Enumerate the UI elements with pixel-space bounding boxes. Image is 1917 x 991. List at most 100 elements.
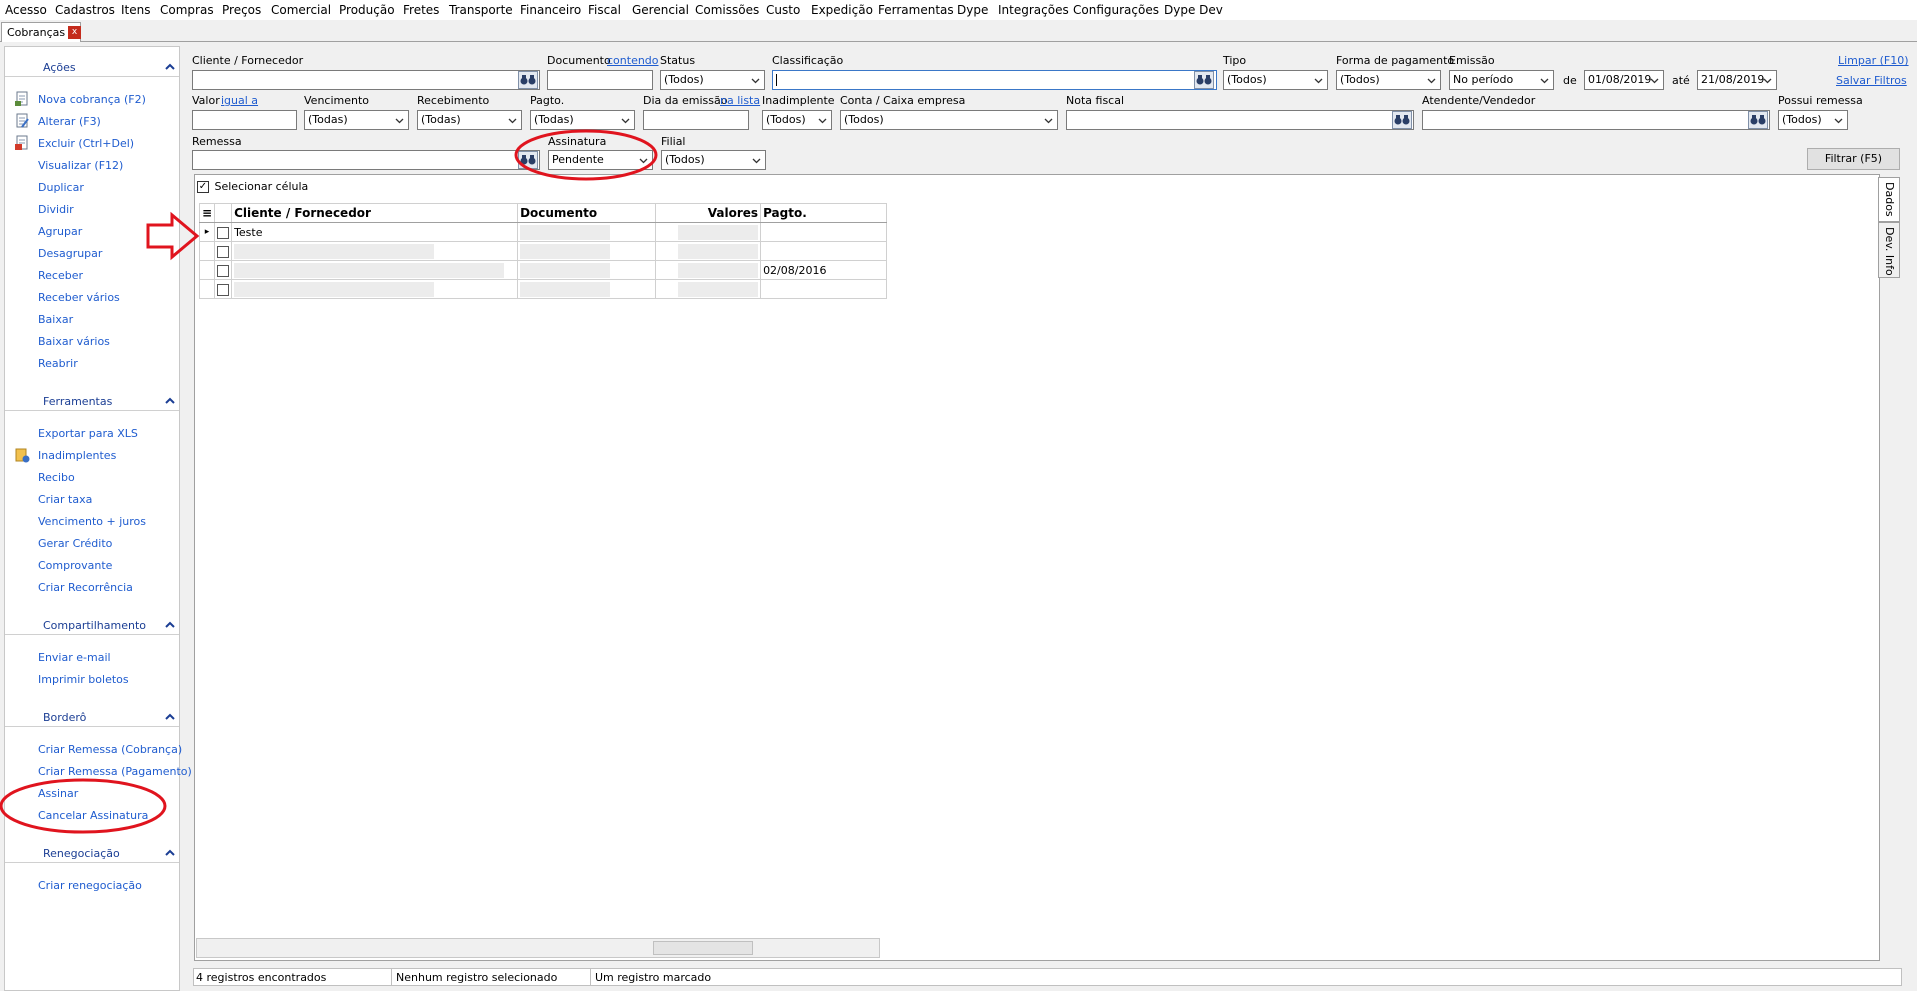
- menu-fiscal[interactable]: Fiscal: [588, 3, 621, 17]
- conta-caixa-select[interactable]: (Todos): [840, 110, 1058, 130]
- cell-cliente[interactable]: [231, 260, 519, 280]
- menu-acesso[interactable]: Acesso: [5, 3, 47, 17]
- row-checkbox-cell[interactable]: [214, 260, 233, 280]
- menu-dype-dev[interactable]: Dype Dev: [1164, 3, 1223, 17]
- chevron-up-icon[interactable]: [165, 620, 175, 630]
- action-dividir[interactable]: Dividir: [38, 203, 74, 216]
- row-checkbox[interactable]: [217, 226, 230, 239]
- cell-valores[interactable]: [655, 241, 762, 261]
- status-select[interactable]: (Todos): [660, 70, 765, 90]
- row-checkbox-cell[interactable]: [214, 279, 233, 299]
- action-baixar[interactable]: Baixar: [38, 313, 73, 326]
- chevron-up-icon[interactable]: [165, 62, 175, 72]
- action-baixar-varios[interactable]: Baixar vários: [38, 335, 110, 348]
- filtrar-button[interactable]: Filtrar (F5): [1807, 148, 1900, 170]
- action-visualizar[interactable]: Visualizar (F12): [38, 159, 123, 172]
- action-imprimir-boletos[interactable]: Imprimir boletos: [38, 673, 129, 686]
- grid-horizontal-scrollbar[interactable]: [196, 938, 880, 958]
- binoculars-icon[interactable]: [1748, 111, 1768, 129]
- cell-documento[interactable]: [517, 279, 657, 299]
- date-to-picker[interactable]: 21/08/2019: [1697, 70, 1777, 90]
- col-pagto[interactable]: Pagto.: [760, 203, 888, 223]
- documento-contendo-link[interactable]: contendo: [607, 54, 659, 67]
- atendente-input[interactable]: [1422, 110, 1770, 130]
- action-criar-taxa[interactable]: Criar taxa: [38, 493, 92, 506]
- menu-itens[interactable]: Itens: [121, 3, 150, 17]
- cell-valores[interactable]: [655, 222, 762, 242]
- action-vencimento-juros[interactable]: Vencimento + juros: [38, 515, 146, 528]
- action-gerar-credito[interactable]: Gerar Crédito: [38, 537, 112, 550]
- close-icon[interactable]: x: [68, 26, 81, 39]
- col-documento[interactable]: Documento: [517, 203, 657, 223]
- group-renegociacao-header[interactable]: Renegociação: [5, 845, 179, 863]
- binoculars-icon[interactable]: [518, 151, 538, 169]
- action-receber-varios[interactable]: Receber vários: [38, 291, 120, 304]
- binoculars-icon[interactable]: [1194, 71, 1214, 89]
- cell-cliente[interactable]: [231, 241, 519, 261]
- menu-gerencial[interactable]: Gerencial: [632, 3, 689, 17]
- cell-pagto[interactable]: [760, 241, 888, 261]
- menu-transporte[interactable]: Transporte: [449, 3, 513, 17]
- action-assinar[interactable]: Assinar: [38, 787, 78, 800]
- group-acoes-header[interactable]: Ações: [5, 59, 179, 77]
- col-valores[interactable]: Valores: [655, 203, 762, 223]
- action-enviar-email[interactable]: Enviar e-mail: [38, 651, 111, 664]
- menu-dype[interactable]: Dype: [957, 3, 988, 17]
- cell-cliente[interactable]: Teste: [231, 222, 519, 242]
- menu-configuracoes[interactable]: Configurações: [1073, 3, 1159, 17]
- action-exportar-xls[interactable]: Exportar para XLS: [38, 427, 138, 440]
- menu-cadastros[interactable]: Cadastros: [55, 3, 115, 17]
- remessa-input[interactable]: [192, 150, 540, 170]
- cell-valores[interactable]: [655, 279, 762, 299]
- salvar-filtros-link[interactable]: Salvar Filtros: [1836, 74, 1907, 87]
- cell-valores[interactable]: [655, 260, 762, 280]
- recebimento-select[interactable]: (Todas): [417, 110, 522, 130]
- action-cancelar-assinatura[interactable]: Cancelar Assinatura: [38, 809, 148, 822]
- column-chooser-icon[interactable]: ≡: [198, 203, 216, 223]
- action-criar-remessa-pagamento[interactable]: Criar Remessa (Pagamento): [38, 765, 192, 778]
- menu-comissoes[interactable]: Comissões: [695, 3, 759, 17]
- action-criar-renegociacao[interactable]: Criar renegociação: [38, 879, 142, 892]
- action-nova-cobranca[interactable]: Nova cobrança (F2): [38, 93, 146, 106]
- row-checkbox-cell[interactable]: [214, 241, 233, 261]
- documento-input[interactable]: [547, 70, 653, 90]
- chevron-up-icon[interactable]: [165, 848, 175, 858]
- date-from-picker[interactable]: 01/08/2019: [1584, 70, 1664, 90]
- valor-input[interactable]: [192, 110, 297, 130]
- action-criar-recorrencia[interactable]: Criar Recorrência: [38, 581, 133, 594]
- possui-remessa-select[interactable]: (Todos): [1778, 110, 1848, 130]
- tab-dados[interactable]: Dados: [1878, 177, 1900, 222]
- cell-pagto[interactable]: 02/08/2016: [760, 260, 888, 280]
- assinatura-select[interactable]: Pendente: [548, 150, 653, 170]
- table-row[interactable]: 02/08/2016: [198, 260, 888, 280]
- inadimplente-select[interactable]: (Todos): [762, 110, 832, 130]
- action-desagrupar[interactable]: Desagrupar: [38, 247, 102, 260]
- menu-producao[interactable]: Produção: [339, 3, 395, 17]
- tipo-select[interactable]: (Todos): [1223, 70, 1328, 90]
- group-compartilhamento-header[interactable]: Compartilhamento: [5, 617, 179, 635]
- menu-ferramentas[interactable]: Ferramentas: [878, 3, 954, 17]
- classificacao-input[interactable]: [772, 70, 1217, 90]
- cell-pagto[interactable]: [760, 222, 888, 242]
- group-ferramentas-header[interactable]: Ferramentas: [5, 393, 179, 411]
- action-agrupar[interactable]: Agrupar: [38, 225, 82, 238]
- table-row[interactable]: [198, 279, 888, 299]
- chevron-up-icon[interactable]: [165, 396, 175, 406]
- menu-compras[interactable]: Compras: [160, 3, 214, 17]
- tab-dev-info[interactable]: Dev. Info: [1878, 222, 1900, 278]
- action-criar-remessa-cobranca[interactable]: Criar Remessa (Cobrança): [38, 743, 182, 756]
- filial-select[interactable]: (Todos): [661, 150, 766, 170]
- action-inadimplentes[interactable]: Inadimplentes: [38, 449, 116, 462]
- action-excluir[interactable]: Excluir (Ctrl+Del): [38, 137, 134, 150]
- select-cell-checkbox-row[interactable]: ✓ Selecionar célula: [197, 180, 308, 193]
- cell-pagto[interactable]: [760, 279, 888, 299]
- menu-comercial[interactable]: Comercial: [271, 3, 331, 17]
- binoculars-icon[interactable]: [518, 71, 538, 89]
- pagto-select[interactable]: (Todas): [530, 110, 635, 130]
- na-lista-link[interactable]: na lista: [720, 94, 760, 107]
- cell-documento[interactable]: [517, 241, 657, 261]
- binoculars-icon[interactable]: [1392, 111, 1412, 129]
- tab-cobrancas[interactable]: Cobranças x: [1, 22, 81, 42]
- menu-fretes[interactable]: Fretes: [403, 3, 439, 17]
- menu-financeiro[interactable]: Financeiro: [520, 3, 581, 17]
